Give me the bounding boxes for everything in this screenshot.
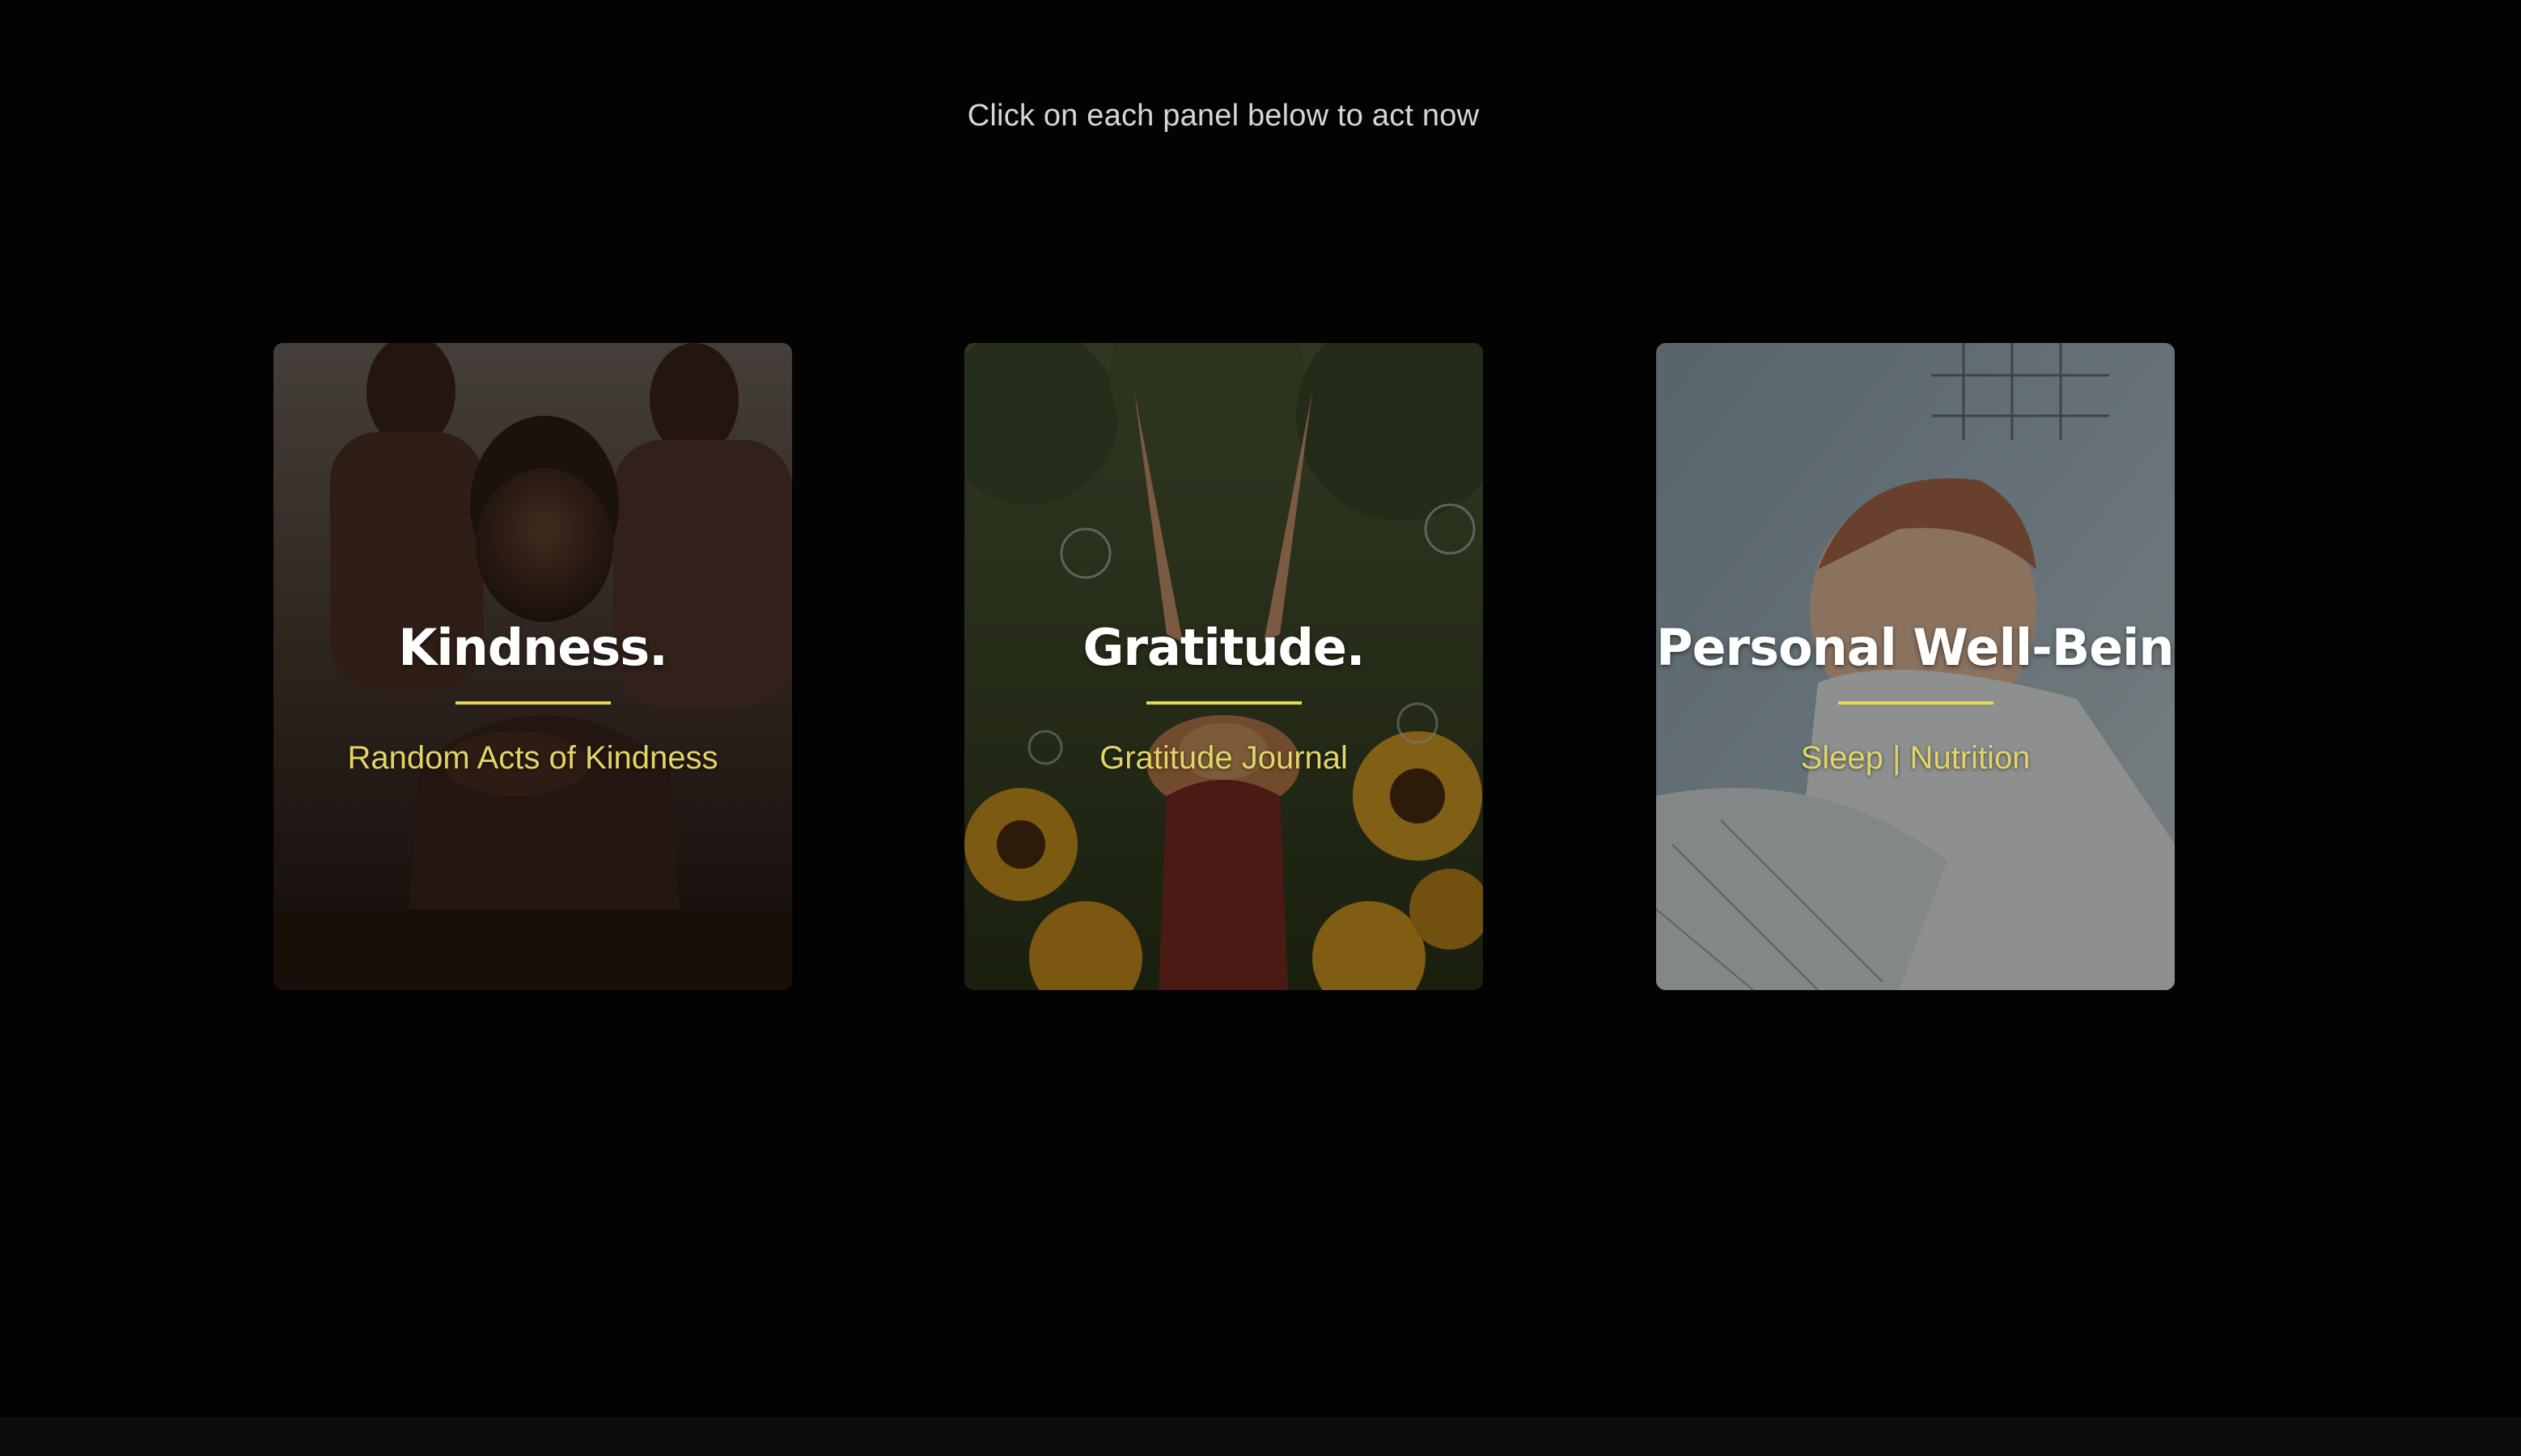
panel-title: Gratitude. xyxy=(1083,618,1366,677)
panel-caption: Personal Well-Being. Sleep | Nutrition xyxy=(1656,618,2175,777)
panel-subtitle: Sleep | Nutrition xyxy=(1800,740,2031,776)
title-underline xyxy=(1837,701,1993,705)
panel-subtitle: Gratitude Journal xyxy=(1099,740,1348,776)
panel-subtitle: Random Acts of Kindness xyxy=(347,740,718,776)
panel-title: Personal Well-Being. xyxy=(1656,618,2175,677)
panel-kindness[interactable]: Kindness. Random Acts of Kindness xyxy=(273,343,792,990)
intro-text: Click on each panel below to act now xyxy=(967,99,1480,133)
panel-gratitude[interactable]: Gratitude. Gratitude Journal xyxy=(964,343,1483,990)
panel-caption: Gratitude. Gratitude Journal xyxy=(964,618,1483,777)
title-underline xyxy=(455,701,611,705)
footer-bar xyxy=(0,1417,2521,1456)
panel-title: Kindness. xyxy=(398,618,667,677)
panel-caption: Kindness. Random Acts of Kindness xyxy=(273,618,792,777)
panel-personal-well-being[interactable]: Personal Well-Being. Sleep | Nutrition xyxy=(1656,343,2175,990)
title-underline xyxy=(1146,701,1302,705)
